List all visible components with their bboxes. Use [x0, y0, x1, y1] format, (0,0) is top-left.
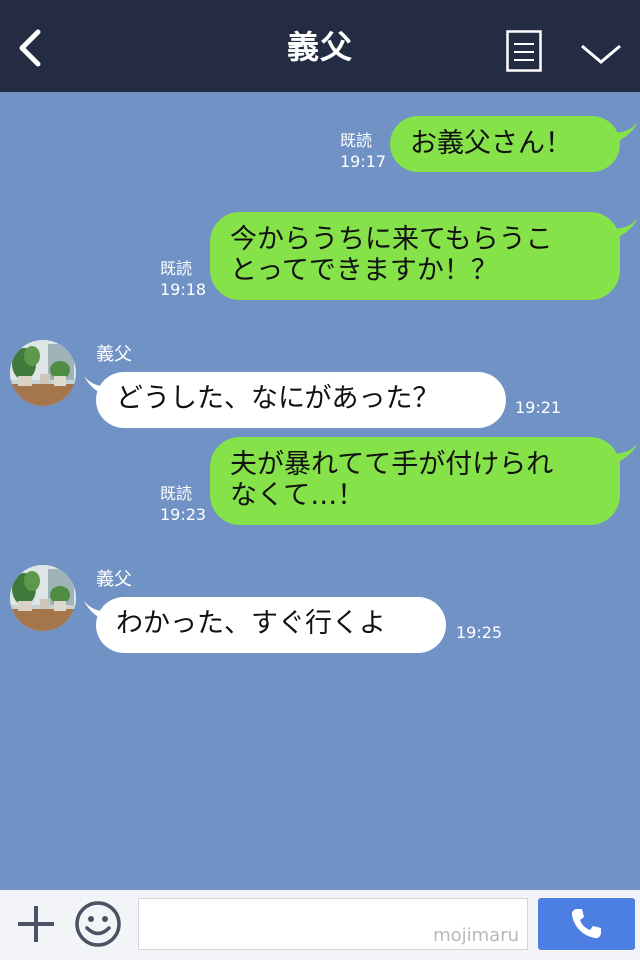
- message-bubble[interactable]: お義父さん！: [390, 116, 620, 172]
- read-label: 既読: [160, 484, 193, 503]
- avatar-plant-image: [10, 565, 76, 631]
- read-label: 既読: [160, 259, 193, 278]
- chat-header: 義父: [0, 0, 640, 92]
- chat-title: 義父: [286, 28, 353, 66]
- read-receipt: 既読 19:18: [160, 258, 206, 300]
- message-text-line: なくて…！: [230, 480, 365, 511]
- sender-name: 義父: [96, 569, 132, 590]
- message-input[interactable]: mojimaru: [138, 898, 528, 950]
- phone-icon: [571, 909, 601, 939]
- message-text: わかった、すぐ行くよ: [116, 608, 386, 639]
- message-text-line: 今からうちに来てもらうこ: [230, 224, 553, 255]
- message-text: どうした、なにがあった？: [116, 383, 440, 414]
- message-bubble[interactable]: わかった、すぐ行くよ: [96, 597, 446, 653]
- bubble-tail: [606, 218, 638, 242]
- read-receipt: 既読 19:17: [340, 130, 386, 172]
- input-bar: mojimaru: [0, 890, 640, 960]
- message-bubble[interactable]: どうした、なにがあった？: [96, 372, 506, 428]
- avatar-plant-image: [10, 340, 76, 406]
- message-time: 19:21: [515, 398, 562, 417]
- message-text: お義父さん！: [410, 128, 572, 159]
- message-time: 19:18: [160, 280, 207, 299]
- message-bubble[interactable]: 今からうちに来てもらうこ とってできますか！？: [210, 212, 620, 300]
- read-label: 既読: [340, 131, 373, 150]
- call-button[interactable]: [538, 898, 635, 950]
- read-receipt: 既読 19:23: [160, 483, 206, 525]
- bubble-tail: [606, 443, 638, 467]
- message-text-line: とってできますか！？: [230, 255, 498, 286]
- plus-icon[interactable]: [14, 902, 58, 946]
- message-time: 19:23: [160, 505, 207, 524]
- message-time: 19:17: [340, 152, 387, 171]
- bubble-tail: [606, 122, 638, 146]
- avatar[interactable]: [10, 565, 76, 631]
- chevron-down-icon[interactable]: [578, 36, 624, 70]
- watermark-text: mojimaru: [433, 925, 519, 946]
- memo-icon[interactable]: [506, 30, 542, 72]
- message-text-line: 夫が暴れてて手が付けられ: [230, 449, 554, 480]
- message-time: 19:25: [456, 623, 503, 642]
- sender-name: 義父: [96, 344, 132, 365]
- emoji-icon[interactable]: [74, 900, 122, 948]
- message-bubble[interactable]: 夫が暴れてて手が付けられ なくて…！: [210, 437, 620, 525]
- avatar[interactable]: [10, 340, 76, 406]
